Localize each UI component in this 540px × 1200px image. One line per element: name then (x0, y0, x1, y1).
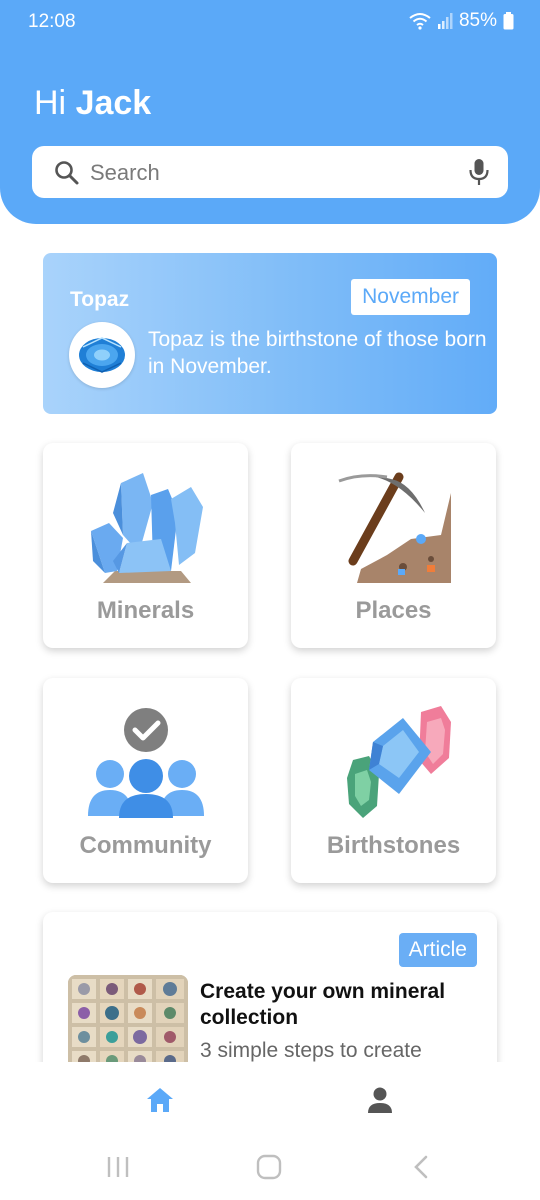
topaz-gem-icon (69, 322, 135, 388)
status-bar: 12:08 85% (0, 0, 540, 44)
search-bar[interactable]: Search (32, 146, 508, 198)
bottom-navigation (0, 1062, 540, 1200)
status-icons: 85% (409, 10, 514, 32)
system-home-icon[interactable] (256, 1154, 282, 1180)
battery-percent: 85% (458, 10, 497, 31)
birthstones-tile[interactable]: Birthstones (291, 678, 496, 883)
signal-icon (437, 13, 453, 29)
community-label: Community (79, 832, 212, 859)
birthstone-description: Topaz is the birthstone of those born in… (148, 328, 487, 378)
recents-icon[interactable] (105, 1154, 131, 1180)
minerals-label: Minerals (96, 597, 195, 624)
community-icon (88, 708, 204, 818)
birthstone-card[interactable]: Topaz November Topaz is the birthstone o… (43, 253, 497, 414)
microphone-icon[interactable] (468, 158, 490, 186)
crystal-icon (91, 473, 203, 583)
mineral-collection-thumbnail (68, 975, 188, 1075)
status-time: 12:08 (28, 11, 76, 32)
places-tile[interactable]: Places (291, 443, 496, 648)
greeting-prefix: Hi (34, 84, 67, 122)
home-icon[interactable] (145, 1086, 175, 1114)
places-label: Places (355, 597, 432, 624)
article-badge: Article (398, 933, 477, 967)
profile-icon[interactable] (366, 1086, 394, 1114)
search-input[interactable]: Search (90, 160, 160, 186)
pickaxe-icon (338, 472, 451, 583)
wifi-icon (409, 13, 431, 30)
battery-icon (503, 12, 514, 30)
user-name: Jack (75, 84, 152, 122)
greeting: Hi Jack (34, 84, 151, 123)
article-subtitle: 3 simple steps to create (200, 1039, 422, 1062)
search-icon (55, 161, 79, 185)
header: 12:08 85% Hi Jack Search (0, 0, 540, 224)
system-navigation-bar (0, 1154, 540, 1184)
birthstone-title: Topaz (70, 288, 130, 311)
birthstones-label: Birthstones (326, 832, 461, 859)
back-icon[interactable] (410, 1154, 432, 1180)
month-badge: November (351, 279, 470, 315)
community-tile[interactable]: Community (43, 678, 248, 883)
article-title: Create your own mineral collection (200, 980, 446, 1029)
minerals-tile[interactable]: Minerals (43, 443, 248, 648)
gems-icon (347, 706, 451, 818)
